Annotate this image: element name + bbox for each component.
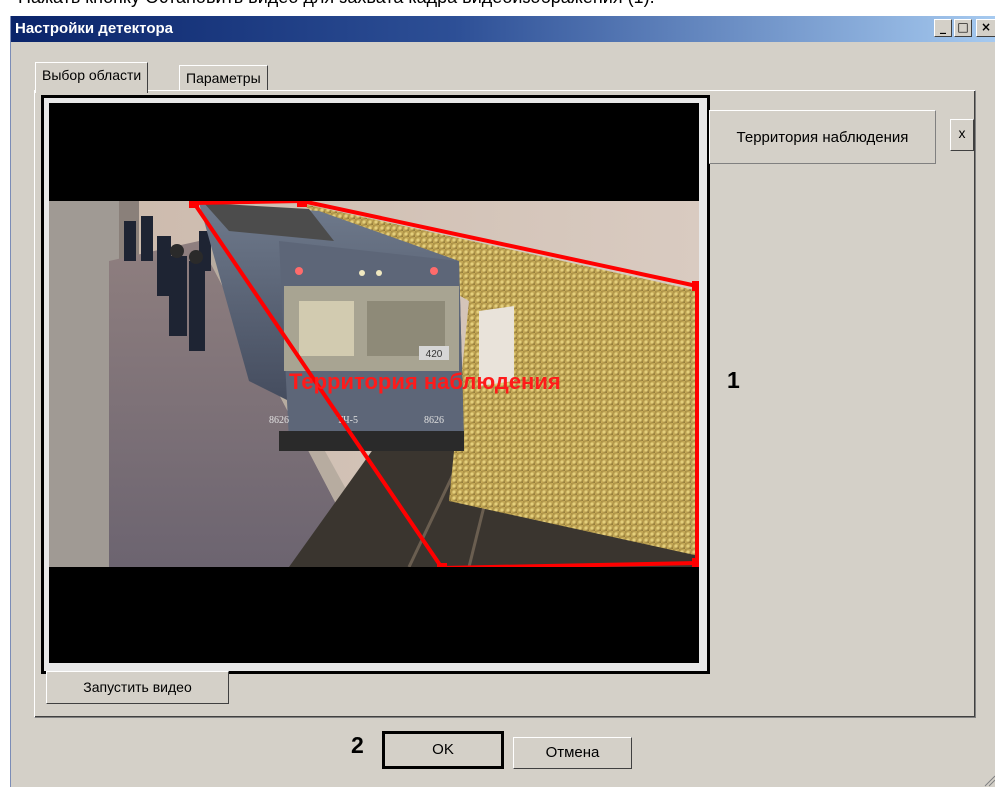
maximize-button[interactable]: □	[954, 19, 972, 37]
minimize-button[interactable]: _	[934, 19, 952, 37]
train-number-left: 8626	[269, 415, 289, 426]
zone-vertex[interactable]	[437, 563, 447, 567]
delete-zone-button[interactable]: x	[950, 119, 974, 151]
video-canvas[interactable]: 420 8626 ТЧ-5 8626 Территория наблюдения	[49, 103, 699, 663]
tab-label: Параметры	[186, 70, 261, 86]
zone-vertex[interactable]	[692, 558, 699, 567]
train-light	[295, 267, 303, 275]
train-light	[376, 270, 382, 276]
tab-area-selection[interactable]: Выбор области	[35, 62, 149, 93]
cancel-button[interactable]: Отмена	[513, 737, 632, 769]
pillar	[49, 201, 119, 567]
train-cab-window	[299, 301, 354, 356]
zone-list-item[interactable]: Территория наблюдения	[709, 110, 936, 164]
zone-label: Территория наблюдения	[289, 369, 561, 394]
tab-parameters[interactable]: Параметры	[179, 65, 268, 92]
video-frame: 420 8626 ТЧ-5 8626 Территория наблюдения	[41, 95, 710, 674]
train-number-right: 8626	[424, 415, 444, 426]
zone-vertex[interactable]	[189, 201, 199, 208]
resize-grip-icon[interactable]	[982, 773, 995, 787]
train-light	[359, 270, 365, 276]
metro-video-frame[interactable]: 420 8626 ТЧ-5 8626 Территория наблюдения	[49, 201, 699, 567]
ok-button[interactable]: OK	[382, 731, 504, 769]
close-button[interactable]: ×	[976, 19, 995, 37]
callout-2: 2	[351, 732, 364, 758]
tab-label: Выбор области	[42, 67, 142, 83]
start-video-button[interactable]: Запустить видео	[46, 671, 229, 704]
page-caption: Нажать кнопку Остановить видео для захва…	[0, 0, 995, 8]
callout-1: 1	[727, 367, 740, 393]
zone-vertex[interactable]	[692, 281, 699, 291]
train-light	[430, 267, 438, 275]
route-number: 420	[426, 349, 443, 360]
window-title: Настройки детектора	[15, 20, 173, 37]
train-bumper	[279, 431, 464, 451]
detector-settings-window: Настройки детектора _ □ × Выбор области …	[10, 16, 995, 787]
title-bar[interactable]: Настройки детектора _ □ ×	[11, 16, 995, 42]
zone-vertex[interactable]	[297, 201, 307, 207]
